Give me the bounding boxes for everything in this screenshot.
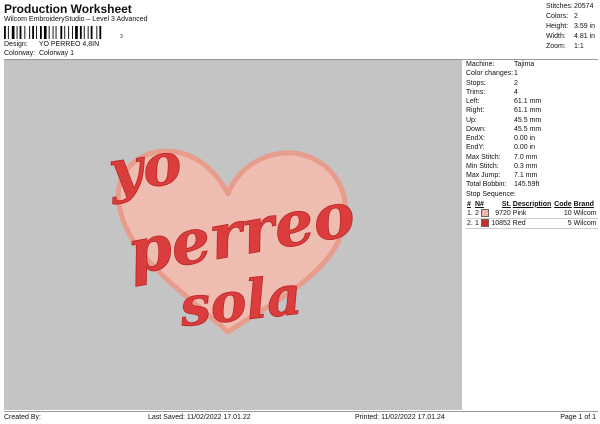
col-code: Code (554, 200, 572, 208)
table-header-row: # N# St. Description Code Brand (466, 200, 598, 209)
printed-date: Printed: 11/02/2022 17.01.24 (355, 414, 445, 421)
barcode-image (4, 26, 102, 39)
barcode-bar (72, 26, 73, 39)
barcode-number: 3 (120, 34, 123, 40)
barcode-bar (99, 26, 102, 39)
barcode-bar (7, 26, 9, 39)
barcode-bar (24, 26, 26, 39)
col-brand: Brand (573, 200, 594, 208)
barcode-bar (16, 26, 18, 39)
col-stitches: St. (501, 200, 511, 208)
barcode-bar (52, 26, 54, 39)
table-row: 1. 2 9720 Pink 10 Wilcom (466, 209, 598, 219)
spec-endx: EndX: 0.00 in (466, 135, 536, 142)
color-swatch (480, 219, 489, 228)
barcode-bar (48, 26, 50, 39)
colorway-label: Colorway: (4, 50, 36, 57)
stop-sequence-title: Stop Sequence: (466, 190, 516, 198)
barcode-bar (43, 26, 47, 39)
barcode-bar (68, 26, 70, 39)
spec-max-stitch: Max Stitch: 7.0 mm (466, 153, 538, 161)
barcode-bar (36, 26, 37, 39)
spec-endy: EndY: 0.00 in (466, 144, 536, 152)
design-value: YO PERREO 4,8IN (38, 41, 100, 48)
design-text-line-3: sola (176, 263, 305, 339)
software-name: Wilcom EmbroideryStudio – Level 3 Advanc… (4, 16, 148, 23)
stat-colors: Colors: 2 (546, 13, 578, 20)
spec-trims: Trims: 4 (466, 88, 518, 96)
stop-sequence-table: # N# St. Description Code Brand 1. 2 972… (466, 200, 598, 229)
spec-max-jump: Max Jump: 7.1 mm (466, 172, 538, 179)
spec-stops: Stops: 2 (466, 79, 518, 87)
barcode-bar (83, 26, 85, 39)
stat-width: Width: 4.81 in (546, 33, 596, 40)
page-title: Production Worksheet (4, 2, 132, 16)
design-stats: Stitches:20574 Colors: 2 Height: 3.59 in W… (546, 2, 595, 52)
barcode-bar (87, 26, 89, 39)
design-name-row: Design: YO PERREO 4,8IN (4, 41, 99, 48)
spec-machine: Machine: Tajima (466, 61, 535, 68)
design-preview: yo perreo sola (4, 60, 462, 410)
table-row: 2. 1 10852 Red 5 Wilcom (466, 219, 598, 229)
barcode-bar (60, 26, 63, 39)
color-swatch (480, 209, 489, 218)
page-number: Page 1 of 1 (560, 414, 596, 421)
barcode-bar (75, 26, 78, 39)
spec-min-stitch: Min Stitch: 0.3 mm (466, 162, 538, 170)
spec-right: Right: 61.1 mm (466, 107, 542, 115)
barcode-bar (11, 26, 15, 39)
barcode-bar (90, 26, 93, 39)
barcode-bar (40, 26, 42, 39)
worksheet-footer: Created By: Last Saved: 11/02/2022 17.01… (0, 412, 600, 424)
stat-zoom: Zoom: 1:1 (546, 43, 584, 50)
colorway-value: Colorway 1 (38, 50, 74, 57)
spec-left: Left: 61.1 mm (466, 98, 542, 105)
barcode-bar (29, 26, 31, 39)
spec-down: Down: 45.5 mm (466, 125, 542, 133)
barcode-bar (32, 26, 34, 39)
barcode-bar (19, 26, 22, 39)
barcode-bar (96, 26, 98, 39)
spec-color-changes: Color changes:1 (466, 70, 518, 78)
created-by: Created By: (4, 414, 41, 421)
last-saved: Last Saved: 11/02/2022 17.01.22 (148, 414, 251, 421)
stat-stitches: Stitches:20574 (546, 3, 594, 10)
spec-up: Up: 45.5 mm (466, 116, 542, 124)
col-number: # (467, 200, 471, 208)
design-text-line-1: yo (103, 128, 186, 206)
design-label: Design: (4, 41, 28, 48)
machine-specs: Machine: Tajima Color changes:1 Stops: 2 T… (466, 60, 598, 229)
spec-total-bobbin: Total Bobbin: 145.59ft (466, 181, 540, 189)
col-description: Description (512, 200, 552, 208)
barcode-bar (79, 26, 82, 39)
col-needle: N# (474, 200, 484, 208)
barcode-bar (64, 26, 66, 39)
worksheet-header: Production Worksheet Wilcom EmbroiderySt… (0, 0, 600, 60)
colorway-row: Colorway: Colorway 1 (4, 50, 74, 57)
barcode-bar (4, 26, 6, 39)
embroidery-artwork: yo perreo sola (102, 128, 360, 339)
stat-height: Height: 3.59 in (546, 23, 596, 30)
barcode-bar (55, 26, 57, 39)
